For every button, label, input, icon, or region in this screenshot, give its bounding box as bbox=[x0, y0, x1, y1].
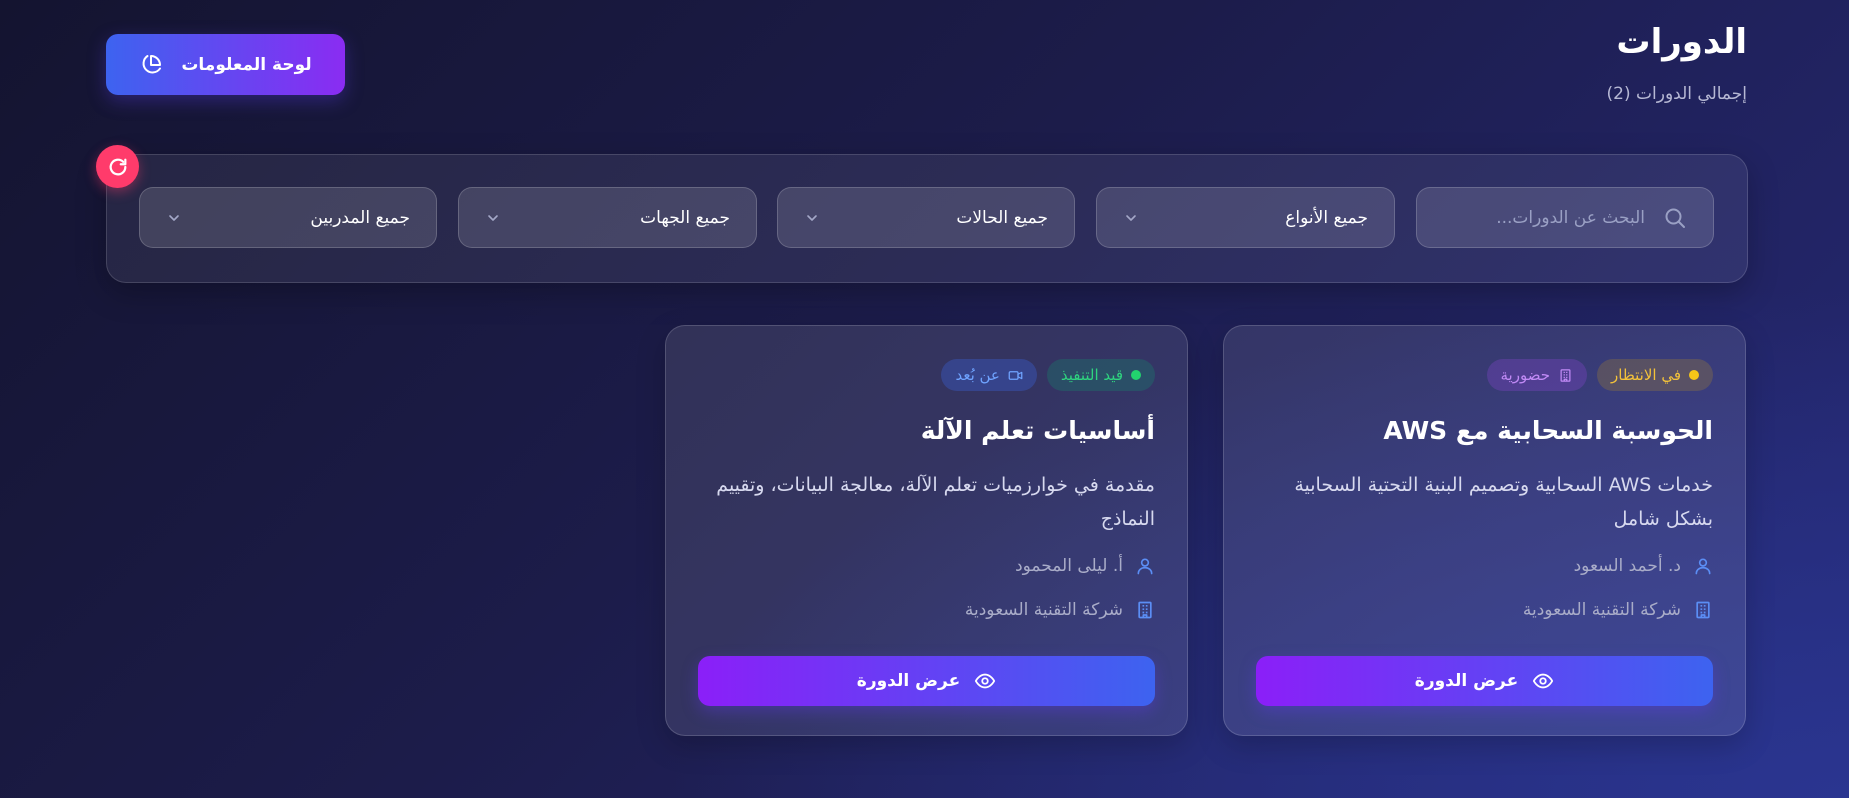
eye-icon bbox=[975, 673, 996, 689]
course-description: خدمات AWS السحابية وتصميم البنية التحتية… bbox=[1294, 474, 1713, 530]
view-course-label: عرض الدورة bbox=[856, 671, 961, 691]
company-name: شركة التقنية السعودية bbox=[964, 600, 1123, 620]
mode-badge-label: حضورية bbox=[1500, 366, 1551, 384]
trainer-filter-value: جميع المدربين bbox=[310, 207, 410, 228]
chevron-down-icon bbox=[169, 214, 179, 221]
page-title: الدورات bbox=[1616, 22, 1747, 62]
search-input[interactable] bbox=[1424, 206, 1647, 229]
type-filter-select[interactable]: جميع الأنواع bbox=[1096, 187, 1395, 248]
dashboard-button[interactable]: لوحة المعلومات bbox=[106, 34, 345, 95]
search-icon bbox=[1665, 208, 1685, 228]
user-icon bbox=[1695, 558, 1711, 575]
view-course-button[interactable]: عرض الدورة bbox=[1256, 656, 1713, 706]
instructor-name: أ. ليلى المحمود bbox=[1015, 556, 1123, 576]
course-count: إجمالي الدورات (2) bbox=[1606, 84, 1747, 104]
course-instructor: أ. ليلى المحمود bbox=[1015, 556, 1155, 576]
type-filter-value: جميع الأنواع bbox=[1285, 207, 1368, 228]
status-dot-icon bbox=[1689, 370, 1699, 380]
pie-chart-icon bbox=[142, 54, 162, 73]
course-card: قيد التنفيذ عن بُعد أساسيات تعلم الآلة م… bbox=[665, 325, 1188, 736]
building-icon bbox=[1696, 601, 1710, 619]
course-badges: قيد التنفيذ عن بُعد bbox=[941, 359, 1155, 391]
eye-icon bbox=[1533, 673, 1554, 689]
course-description: مقدمة في خوارزميات تعلم الآلة، معالجة ال… bbox=[716, 474, 1155, 530]
page-header: الدورات إجمالي الدورات (2) لوحة المعلوما… bbox=[0, 0, 1849, 120]
reset-filters-button[interactable] bbox=[96, 145, 139, 188]
search-field[interactable] bbox=[1416, 187, 1714, 248]
dashboard-label: لوحة المعلومات bbox=[181, 54, 312, 75]
view-course-button[interactable]: عرض الدورة bbox=[698, 656, 1155, 706]
status-dot-icon bbox=[1131, 370, 1141, 380]
status-filter-select[interactable]: جميع الحالات bbox=[777, 187, 1075, 248]
view-course-label: عرض الدورة bbox=[1414, 671, 1519, 691]
entity-filter-value: جميع الجهات bbox=[640, 207, 730, 228]
course-title: أساسيات تعلم الآلة bbox=[920, 416, 1155, 445]
building-icon bbox=[1138, 601, 1152, 619]
mode-badge: حضورية bbox=[1486, 359, 1588, 391]
user-icon bbox=[1137, 558, 1153, 575]
course-card: في الانتظار حضورية الحوسبة السحابية مع A… bbox=[1223, 325, 1746, 736]
course-instructor: د. أحمد السعود bbox=[1574, 556, 1713, 576]
status-badge-label: قيد التنفيذ bbox=[1060, 366, 1123, 384]
mode-badge-label: عن بُعد bbox=[955, 366, 1000, 384]
building-icon bbox=[1560, 368, 1571, 382]
chevron-down-icon bbox=[488, 214, 498, 221]
course-title: الحوسبة السحابية مع AWS bbox=[1383, 416, 1713, 445]
chevron-down-icon bbox=[807, 214, 817, 221]
course-badges: في الانتظار حضورية bbox=[1486, 359, 1713, 391]
chevron-down-icon bbox=[1126, 214, 1136, 221]
status-badge: في الانتظار bbox=[1597, 359, 1713, 391]
instructor-name: د. أحمد السعود bbox=[1573, 556, 1681, 576]
status-filter-value: جميع الحالات bbox=[956, 207, 1048, 228]
course-company: شركة التقنية السعودية bbox=[965, 600, 1155, 620]
company-name: شركة التقنية السعودية bbox=[1522, 600, 1681, 620]
status-badge-label: في الانتظار bbox=[1611, 366, 1681, 384]
status-badge: قيد التنفيذ bbox=[1046, 359, 1155, 391]
trainer-filter-select[interactable]: جميع المدربين bbox=[139, 187, 437, 248]
course-company: شركة التقنية السعودية bbox=[1523, 600, 1713, 620]
entity-filter-select[interactable]: جميع الجهات bbox=[458, 187, 757, 248]
refresh-icon bbox=[109, 158, 126, 175]
video-camera-icon bbox=[1008, 370, 1023, 380]
mode-badge: عن بُعد bbox=[941, 359, 1037, 391]
